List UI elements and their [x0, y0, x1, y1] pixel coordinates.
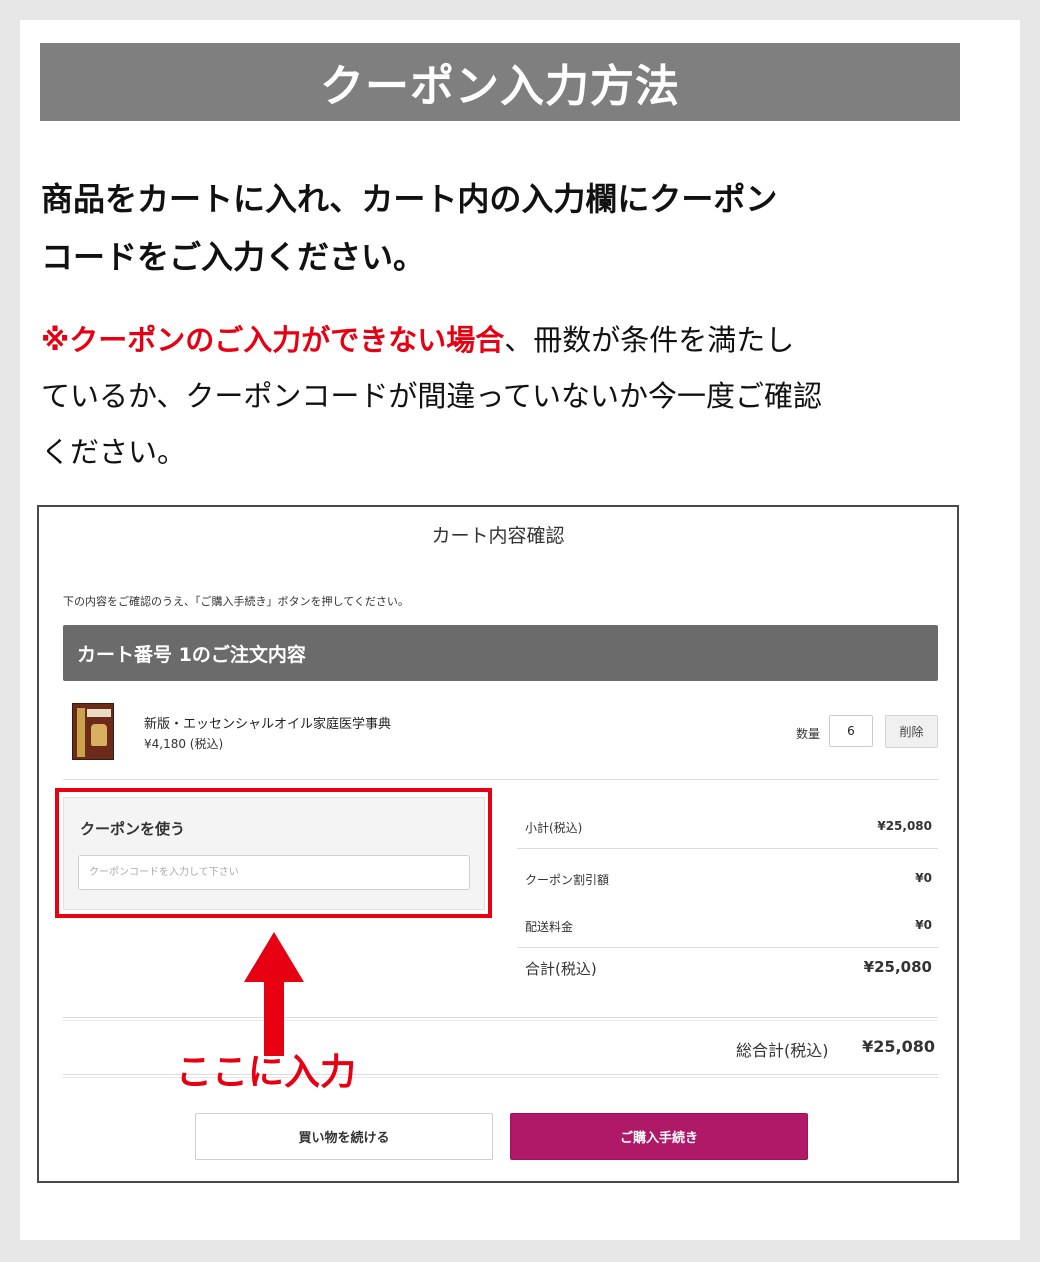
coupon-label: クーポンを使う	[80, 820, 186, 838]
product-price: ¥4,180 (税込)	[144, 737, 224, 751]
summary-row-total: 合計(税込) ¥25,080	[517, 948, 938, 1000]
note-text: ※クーポンのご入力ができない場合、冊数が条件を満たし ているか、クーポンコードが…	[41, 312, 966, 480]
checkout-button[interactable]: ご購入手続き	[510, 1113, 808, 1160]
summary-label: 配送料金	[525, 920, 574, 934]
cart-screenshot: カート内容確認 下の内容をご確認のうえ、「ご購入手続き」ボタンを押してください。…	[37, 505, 959, 1183]
quantity-label: 数量	[796, 727, 821, 741]
grand-total-value: ¥25,080	[862, 1037, 935, 1056]
delete-button[interactable]: 削除	[885, 715, 938, 748]
page-heading: クーポン入力方法	[40, 43, 960, 121]
summary-value: ¥25,080	[863, 958, 932, 976]
summary-row-subtotal: 小計(税込) ¥25,080	[517, 797, 938, 849]
product-thumbnail[interactable]	[72, 703, 114, 760]
summary-label: 小計(税込)	[525, 821, 583, 835]
enter-here-annotation: ここに入力	[176, 1052, 357, 1093]
cart-order-header: カート番号 1のご注文内容	[63, 625, 938, 681]
coupon-panel: クーポンを使う	[63, 797, 485, 910]
divider	[63, 779, 938, 780]
arrow-up-icon	[244, 932, 304, 1056]
grand-total-label: 総合計(税込)	[736, 1041, 829, 1060]
note-rest: 、冊数が条件を満たし	[504, 323, 795, 357]
summary-label: クーポン割引額	[525, 873, 610, 887]
lead-line-2: コードをご入力ください。	[41, 238, 426, 276]
summary-value: ¥0	[915, 918, 932, 932]
summary-row-coupon-discount: クーポン割引額 ¥0	[517, 849, 938, 901]
product-name[interactable]: 新版・エッセンシャルオイル家庭医学事典	[144, 713, 391, 732]
note-line-3: ください。	[41, 435, 187, 469]
coupon-code-input[interactable]	[78, 855, 470, 890]
cart-page-title: カート内容確認	[431, 525, 565, 547]
lead-line-1: 商品をカートに入れ、カート内の入力欄にクーポン	[41, 180, 778, 218]
continue-shopping-button[interactable]: 買い物を続ける	[195, 1113, 493, 1160]
book-spine	[77, 708, 85, 757]
book-cover-art	[91, 724, 107, 746]
divider	[63, 1017, 938, 1018]
cart-instruction: 下の内容をご確認のうえ、「ご購入手続き」ボタンを押してください。	[63, 595, 409, 608]
summary-row-shipping: 配送料金 ¥0	[517, 896, 938, 948]
summary-label: 合計(税込)	[525, 960, 597, 978]
summary-value: ¥25,080	[877, 819, 932, 833]
summary-value: ¥0	[915, 871, 932, 885]
lead-text: 商品をカートに入れ、カート内の入力欄にクーポン コードをご入力ください。	[41, 170, 966, 286]
book-title-band	[87, 709, 111, 717]
quantity-input[interactable]	[829, 715, 873, 747]
note-line-1: ※クーポンのご入力ができない場合、冊数が条件を満たし	[41, 312, 966, 368]
divider	[63, 1020, 938, 1021]
note-line-2: ているか、クーポンコードが間違っていないか今一度ご確認	[41, 379, 822, 413]
note-highlight: ※クーポンのご入力ができない場合	[41, 323, 505, 357]
